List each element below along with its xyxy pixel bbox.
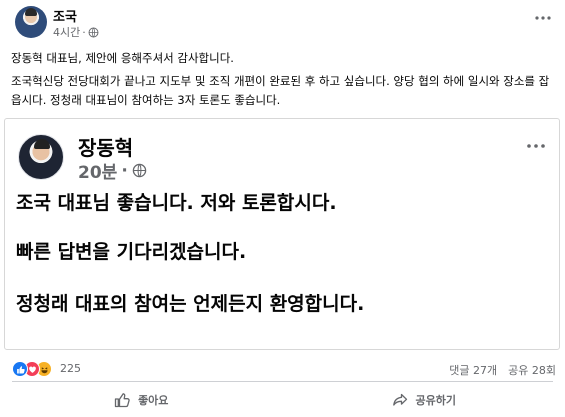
author-name[interactable]: 조국 (53, 6, 77, 25)
post-body: 장동혁 대표님, 제안에 응해주셔서 감사합니다. 조국혁신당 전당대회가 끝나… (11, 49, 556, 114)
shared-post-body: 조국 대표님 좋습니다. 저와 토론합시다. 빠른 답변을 기다리겠습니다. 정… (16, 186, 551, 316)
reaction-count[interactable]: 225 (60, 362, 81, 375)
more-icon (527, 144, 545, 148)
post-meta: 4시간 · (53, 24, 99, 40)
share-button[interactable]: 공유하기 (283, 382, 565, 417)
share-label: 공유하기 (415, 393, 456, 407)
post-time[interactable]: 4시간 (53, 24, 80, 40)
more-options-button[interactable] (533, 11, 553, 25)
like-label: 좋아요 (138, 393, 169, 407)
shared-author-avatar[interactable] (18, 134, 64, 180)
shared-post-line: 조국 대표님 좋습니다. 저와 토론합시다. (16, 192, 337, 214)
engagement-counts: 댓글 27개 공유 28회 (449, 362, 556, 378)
more-icon (535, 16, 551, 20)
shared-post-line: 빠른 답변을 기다리겠습니다. (16, 241, 247, 263)
shared-post-meta: 20분 · (78, 158, 147, 183)
globe-icon (88, 27, 99, 37)
post-header: 조국 4시간 · (0, 0, 565, 44)
shared-post-card[interactable]: 장동혁 20분 · 조국 대표님 좋습니다. 저와 토론합시다. 빠른 답변을 … (4, 118, 560, 350)
shared-author-name[interactable]: 장동혁 (78, 132, 133, 161)
globe-icon (132, 163, 147, 178)
post-paragraph: 조국혁신당 전당대회가 끝나고 지도부 및 조직 개편이 완료된 후 하고 싶습… (11, 74, 550, 107)
comment-count[interactable]: 댓글 27개 (449, 362, 497, 378)
share-count[interactable]: 공유 28회 (508, 362, 556, 378)
thumbs-up-icon (114, 392, 130, 407)
reaction-icons[interactable] (12, 361, 52, 377)
post-paragraph: 장동혁 대표님, 제안에 응해주셔서 감사합니다. (11, 51, 234, 65)
reactions-bar: 225 댓글 27개 공유 28회 (0, 356, 565, 382)
shared-post-line: 정청래 대표의 참여는 언제든지 환영합니다. (16, 293, 365, 315)
like-button[interactable]: 좋아요 (0, 382, 283, 417)
share-icon (392, 393, 407, 406)
shared-more-options-button[interactable] (525, 139, 547, 153)
shared-post-time[interactable]: 20분 (78, 158, 117, 183)
action-bar: 좋아요 공유하기 (0, 382, 565, 417)
like-icon (12, 361, 28, 377)
author-avatar[interactable] (15, 6, 47, 38)
